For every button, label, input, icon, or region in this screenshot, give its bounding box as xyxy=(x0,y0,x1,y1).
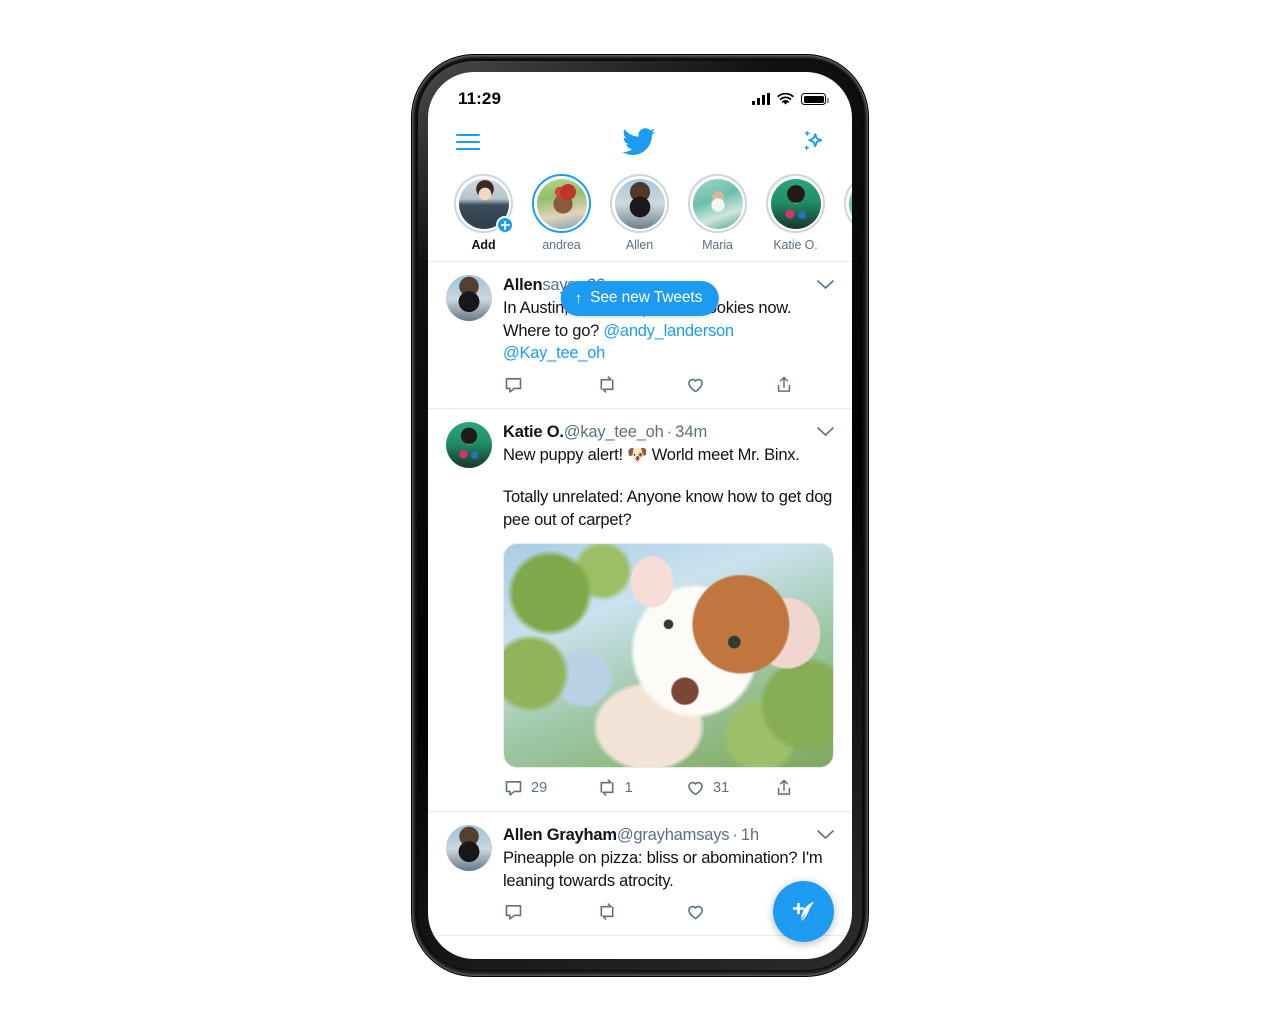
chevron-down-icon[interactable] xyxy=(809,421,834,443)
story-item-andrea[interactable]: andrea xyxy=(532,174,591,252)
story-label: Maria xyxy=(702,238,733,252)
tweet-header: Katie O. @kay_tee_oh · 34m xyxy=(503,421,834,443)
tweet-paragraph: Pineapple on pizza: bliss or abomination… xyxy=(503,849,823,890)
reply-button[interactable]: 29 xyxy=(503,777,596,798)
tweet-author-handle: @kay_tee_oh xyxy=(563,422,664,441)
tweet-author-name: Allen xyxy=(503,276,543,294)
screenshot-root: 11:29 Add andrea Allen Maria Katie O. Al… xyxy=(0,0,1280,1024)
story-avatar-wrap xyxy=(610,174,669,233)
reply-button[interactable] xyxy=(503,901,596,922)
tweet-author-handle: @grayhamsays xyxy=(616,826,730,844)
timeline-feed[interactable]: Allen says · 26m In Austin, need Deep Fr… xyxy=(428,262,852,959)
see-new-tweets-label: See new Tweets xyxy=(590,289,703,306)
story-ring-active xyxy=(532,174,591,233)
tweet-body: Katie O. @kay_tee_oh · 34m New puppy ale… xyxy=(503,421,834,812)
tweet-actions xyxy=(503,365,834,406)
story-item-maria[interactable]: Maria xyxy=(688,174,747,252)
sparkle-icon[interactable] xyxy=(798,129,824,155)
tweet-actions: 29 1 31 xyxy=(503,768,834,809)
story-ring xyxy=(766,174,825,233)
reply-button[interactable] xyxy=(503,374,596,395)
status-indicators xyxy=(752,92,829,106)
hamburger-menu-icon[interactable] xyxy=(456,129,480,155)
avatar xyxy=(536,178,587,229)
story-item-katie[interactable]: Katie O. xyxy=(766,174,825,252)
retweet-button[interactable]: 1 xyxy=(596,777,685,798)
compose-tweet-button[interactable] xyxy=(773,881,834,942)
story-avatar-wrap xyxy=(688,174,747,233)
status-clock: 11:29 xyxy=(458,89,502,108)
share-button[interactable] xyxy=(774,374,834,395)
app-top-bar xyxy=(428,116,852,168)
retweet-button[interactable] xyxy=(596,901,685,922)
story-label: Katie O. xyxy=(773,238,818,252)
see-new-tweets-button[interactable]: ↑ See new Tweets xyxy=(560,281,720,316)
tweet-separator: · xyxy=(732,826,738,844)
story-avatar-wrap xyxy=(766,174,825,233)
story-ring xyxy=(610,174,669,233)
tweet-author-name: Allen Grayham xyxy=(503,826,617,844)
tweet-author-name: Katie O. xyxy=(503,422,564,441)
add-plus-icon[interactable] xyxy=(496,216,514,234)
like-count: 31 xyxy=(713,779,730,796)
retweet-count: 1 xyxy=(624,779,633,796)
tweet-timestamp: 34m xyxy=(675,422,708,441)
avatar xyxy=(848,178,852,229)
story-avatar-wrap xyxy=(454,174,514,234)
like-button[interactable] xyxy=(685,374,774,395)
retweet-button[interactable] xyxy=(596,374,685,395)
battery-icon xyxy=(801,93,829,105)
chevron-down-icon[interactable] xyxy=(809,274,834,296)
story-item-add[interactable]: Add xyxy=(454,174,514,252)
mention-link[interactable]: @Kay_tee_oh xyxy=(503,344,605,362)
avatar[interactable] xyxy=(446,275,492,321)
story-label: Allen xyxy=(625,238,654,252)
twitter-bird-icon xyxy=(622,128,656,155)
story-label: andrea xyxy=(542,238,581,252)
like-button[interactable] xyxy=(685,901,774,922)
story-avatar-wrap xyxy=(532,174,591,233)
up-arrow-icon: ↑ xyxy=(574,289,583,307)
mention-link[interactable]: @andy_landerson xyxy=(603,322,734,340)
tweet-paragraph: Totally unrelated: Anyone know how to ge… xyxy=(503,488,833,529)
tweet-text: Pineapple on pizza: bliss or abomination… xyxy=(503,847,834,892)
tweet-text-line2: Where to go? xyxy=(503,321,604,340)
tweet-separator: · xyxy=(666,422,673,441)
story-ring xyxy=(688,174,747,233)
like-button[interactable]: 31 xyxy=(685,777,774,798)
story-label: Add xyxy=(471,238,496,252)
tweet-timestamp: 1h xyxy=(740,826,760,844)
avatar xyxy=(770,178,821,229)
phone-device-frame: 11:29 Add andrea Allen Maria Katie O. Al… xyxy=(412,55,868,976)
tweet-text: New puppy alert! 🐶 World meet Mr. Binx. … xyxy=(503,444,834,532)
chevron-down-icon[interactable] xyxy=(809,824,834,846)
reply-count: 29 xyxy=(531,779,548,796)
share-button[interactable] xyxy=(774,777,834,798)
avatar[interactable] xyxy=(446,825,492,871)
stories-strip[interactable]: Add andrea Allen Maria Katie O. xyxy=(428,168,852,262)
tweet-header: Allen Grayham @grayhamsays · 1h xyxy=(503,824,834,846)
cellular-signal-icon xyxy=(752,93,770,105)
story-item-partial[interactable] xyxy=(844,174,852,252)
avatar[interactable] xyxy=(446,421,492,468)
story-ring xyxy=(844,174,852,233)
story-avatar-wrap xyxy=(844,174,852,233)
tweet-paragraph: New puppy alert! 🐶 World meet Mr. Binx. xyxy=(503,445,800,464)
compose-feather-icon xyxy=(792,901,814,921)
status-bar: 11:29 xyxy=(428,72,852,116)
tweet-row[interactable]: Katie O. @kay_tee_oh · 34m New puppy ale… xyxy=(428,409,852,812)
story-item-allen[interactable]: Allen xyxy=(610,174,669,252)
tweet-media-image[interactable] xyxy=(503,543,834,768)
avatar xyxy=(692,178,743,229)
avatar xyxy=(614,178,665,229)
phone-screen: 11:29 Add andrea Allen Maria Katie O. Al… xyxy=(428,72,852,959)
wifi-icon xyxy=(777,92,794,105)
